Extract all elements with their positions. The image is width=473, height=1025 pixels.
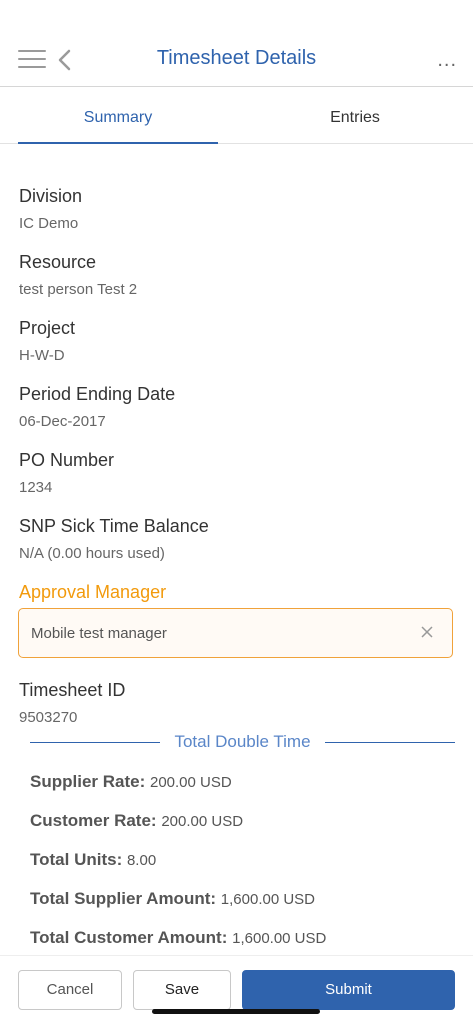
rate-row-supplier-rate: Supplier Rate: 200.00 USD bbox=[30, 772, 232, 792]
rate-label: Total Supplier Amount: bbox=[30, 889, 217, 908]
rate-row-customer-rate: Customer Rate: 200.00 USD bbox=[30, 811, 243, 831]
rate-row-total-customer-amount: Total Customer Amount: 1,600.00 USD bbox=[30, 928, 326, 948]
field-project: Project H-W-D bbox=[19, 318, 75, 364]
field-label: Division bbox=[19, 186, 83, 206]
rate-label: Supplier Rate: bbox=[30, 772, 146, 791]
approval-manager-input[interactable]: Mobile test manager bbox=[18, 608, 453, 658]
approval-manager-label: Approval Manager bbox=[19, 582, 167, 602]
field-value: test person Test 2 bbox=[19, 281, 138, 298]
section-divider: Total Double Time bbox=[30, 730, 455, 754]
rate-value: 8.00 bbox=[126, 852, 157, 869]
section-title: Total Double Time bbox=[168, 732, 317, 751]
cancel-button[interactable]: Cancel bbox=[18, 970, 122, 1010]
rate-value: 1,600.00 USD bbox=[220, 891, 316, 908]
field-resource: Resource test person Test 2 bbox=[19, 252, 137, 298]
field-value: H-W-D bbox=[19, 347, 65, 364]
rate-row-total-units: Total Units: 8.00 bbox=[30, 850, 156, 870]
field-timesheet-id: Timesheet ID 9503270 bbox=[19, 680, 125, 726]
field-label: PO Number bbox=[19, 450, 115, 470]
clear-icon[interactable] bbox=[420, 625, 434, 639]
action-footer: Cancel Save Submit bbox=[0, 955, 473, 1025]
rate-value: 200.00 USD bbox=[161, 813, 244, 830]
field-label: Resource bbox=[19, 252, 97, 272]
submit-button[interactable]: Submit bbox=[242, 970, 455, 1010]
field-label: Project bbox=[19, 318, 76, 338]
field-label: SNP Sick Time Balance bbox=[19, 516, 209, 536]
field-division: Division IC Demo bbox=[19, 186, 82, 232]
field-value: 1234 bbox=[19, 479, 53, 496]
field-value: N/A (0.00 hours used) bbox=[19, 545, 165, 562]
tab-summary[interactable]: Summary bbox=[18, 87, 218, 144]
field-sick-time-balance: SNP Sick Time Balance N/A (0.00 hours us… bbox=[19, 516, 209, 562]
rate-label: Total Units: bbox=[30, 850, 123, 869]
page-title: Timesheet Details bbox=[156, 47, 317, 69]
field-value: IC Demo bbox=[19, 215, 79, 232]
home-indicator bbox=[152, 1009, 320, 1014]
field-po-number: PO Number 1234 bbox=[19, 450, 114, 496]
rate-label: Customer Rate: bbox=[30, 811, 157, 830]
field-value: 06-Dec-2017 bbox=[19, 413, 106, 430]
field-label: Period Ending Date bbox=[19, 384, 176, 404]
field-period-ending-date: Period Ending Date 06-Dec-2017 bbox=[19, 384, 175, 430]
field-label: Timesheet ID bbox=[19, 680, 126, 700]
rate-value: 1,600.00 USD bbox=[232, 930, 327, 947]
app-header: Timesheet Details ... bbox=[0, 0, 473, 87]
tab-bar: Summary Entries bbox=[0, 87, 473, 144]
rate-value: 200.00 USD bbox=[149, 774, 232, 791]
rate-row-total-supplier-amount: Total Supplier Amount: 1,600.00 USD bbox=[30, 889, 315, 909]
save-button[interactable]: Save bbox=[133, 970, 231, 1010]
field-value: 9503270 bbox=[19, 709, 78, 726]
tab-entries[interactable]: Entries bbox=[255, 87, 455, 143]
rate-label: Total Customer Amount: bbox=[30, 928, 228, 947]
more-options-icon[interactable]: ... bbox=[437, 50, 457, 70]
approval-manager-value: Mobile test manager bbox=[31, 625, 167, 642]
